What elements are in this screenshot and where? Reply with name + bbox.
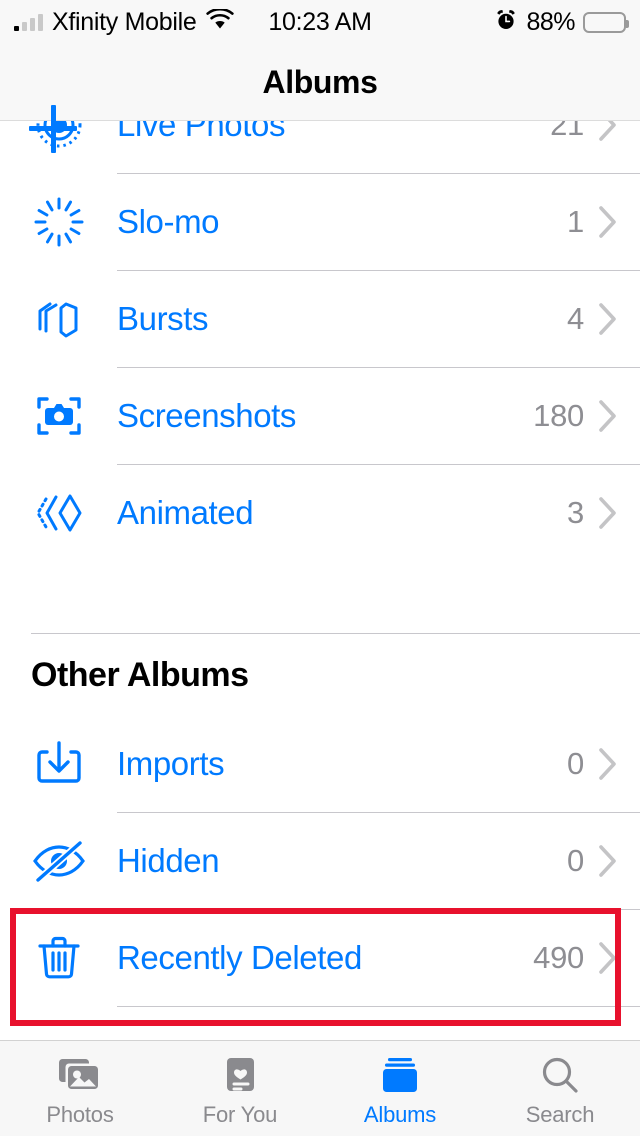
tab-photos[interactable]: Photos — [0, 1041, 160, 1136]
album-row-recently-deleted[interactable]: Recently Deleted 490 — [0, 910, 640, 1006]
photos-icon — [57, 1053, 103, 1099]
album-row-animated[interactable]: Animated 3 — [0, 465, 640, 561]
section-header-other-albums: Other Albums — [31, 655, 249, 694]
album-row-slo-mo[interactable]: Slo-mo 1 — [0, 174, 640, 270]
chevron-right-icon — [598, 941, 640, 975]
tab-albums[interactable]: Albums — [320, 1041, 480, 1136]
imports-icon — [0, 716, 117, 812]
album-count: 490 — [533, 940, 584, 975]
add-album-button[interactable] — [29, 105, 77, 153]
album-label: Hidden — [117, 842, 220, 879]
albums-list-scroll-area[interactable]: Live Photos 21 Slo-mo 1 Bursts 4 Screens… — [0, 44, 640, 1040]
album-row-hidden[interactable]: Hidden 0 — [0, 813, 640, 909]
for-you-icon — [220, 1053, 260, 1099]
album-count: 0 — [567, 843, 584, 878]
chevron-right-icon — [598, 399, 640, 433]
chevron-right-icon — [598, 496, 640, 530]
section-gap — [0, 561, 640, 633]
alarm-clock-icon — [494, 8, 518, 37]
trash-icon — [0, 910, 117, 1006]
bursts-icon — [0, 271, 117, 367]
battery-icon — [583, 11, 629, 33]
slo-mo-icon — [0, 174, 117, 270]
status-bar-right: 88% — [494, 0, 629, 44]
tab-label: For You — [202, 1102, 278, 1127]
row-separator — [117, 1006, 640, 1007]
tab-search[interactable]: Search — [480, 1041, 640, 1136]
album-label: Screenshots — [117, 397, 297, 434]
screenshots-icon — [0, 368, 117, 464]
status-bar: Xfinity Mobile 10:23 AM 88% — [0, 0, 640, 44]
album-count: 3 — [567, 495, 584, 530]
albums-icon — [378, 1053, 422, 1099]
tab-for-you[interactable]: For You — [160, 1041, 320, 1136]
tab-bar: Photos For You Albums Search — [0, 1040, 640, 1136]
chevron-right-icon — [598, 205, 640, 239]
album-count: 1 — [567, 204, 584, 239]
chevron-right-icon — [598, 844, 640, 878]
clock-label: 10:23 AM — [268, 7, 372, 36]
chevron-right-icon — [598, 302, 640, 336]
navigation-bar: Albums — [0, 44, 640, 153]
animated-icon — [0, 465, 117, 561]
album-label: Animated — [117, 494, 254, 531]
search-icon — [539, 1053, 581, 1099]
album-count: 180 — [533, 398, 584, 433]
album-label: Recently Deleted — [117, 939, 362, 976]
album-label: Bursts — [117, 300, 209, 337]
tab-label: Albums — [363, 1102, 437, 1127]
album-row-screenshots[interactable]: Screenshots 180 — [0, 368, 640, 464]
album-row-bursts[interactable]: Bursts 4 — [0, 271, 640, 367]
hidden-eye-slash-icon — [0, 813, 117, 909]
album-count: 0 — [567, 746, 584, 781]
album-label: Imports — [117, 745, 225, 782]
battery-percent-label: 88% — [526, 7, 575, 36]
chevron-right-icon — [598, 747, 640, 781]
tab-label: Search — [525, 1102, 595, 1127]
page-title: Albums — [262, 63, 378, 100]
album-row-imports[interactable]: Imports 0 — [0, 716, 640, 812]
tab-label: Photos — [46, 1102, 114, 1127]
album-count: 4 — [567, 301, 584, 336]
album-label: Slo-mo — [117, 203, 220, 240]
